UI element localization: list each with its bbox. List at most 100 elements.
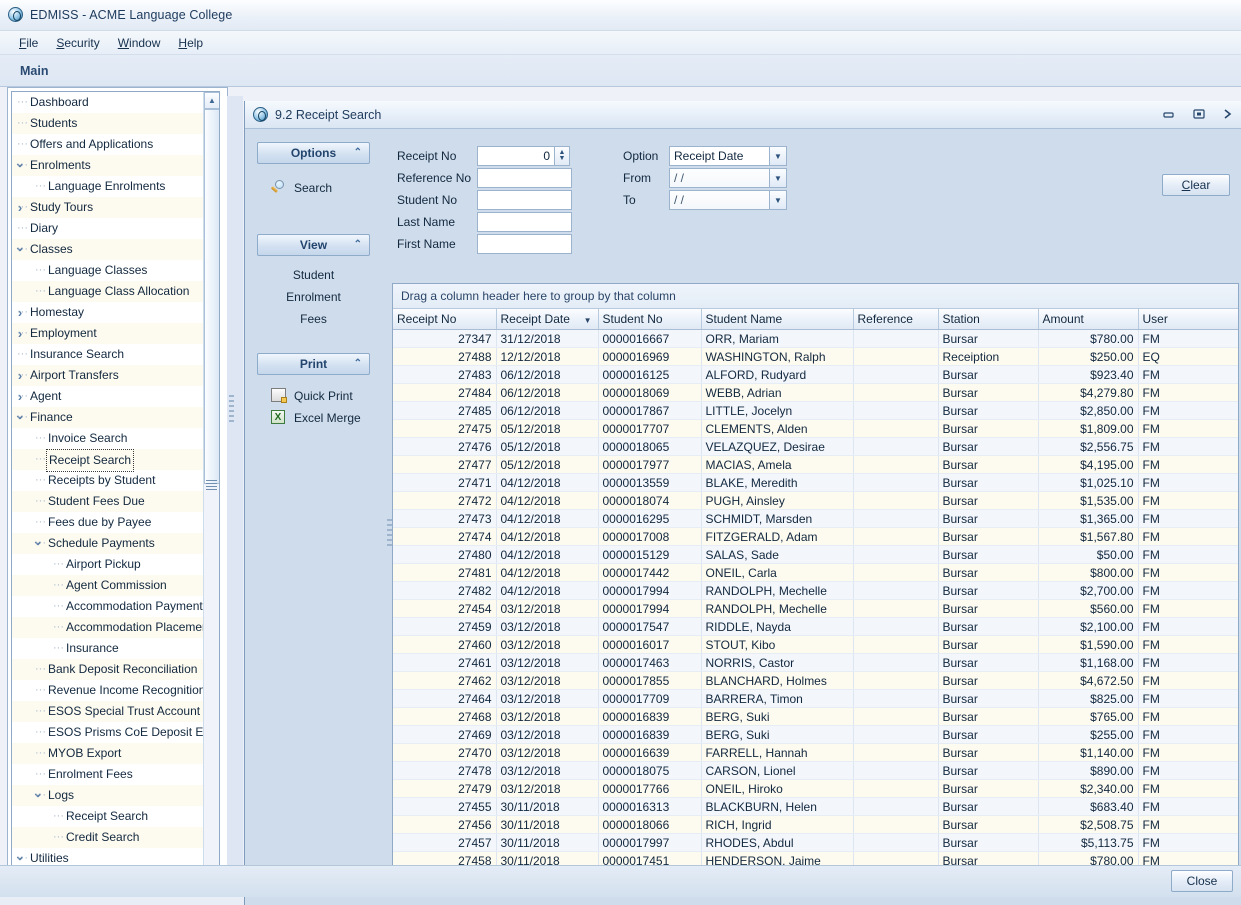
sidebar-item-finance[interactable]: ⌄···Finance: [12, 407, 205, 428]
table-row[interactable]: 2746803/12/20180000016839BERG, SukiBursa…: [393, 708, 1238, 726]
chevron-down-icon[interactable]: ▼: [769, 147, 786, 165]
to-date-picker[interactable]: / / ▼: [669, 190, 787, 210]
option-combobox[interactable]: Receipt Date ▼: [669, 146, 787, 166]
sidebar-item-airport-pickup[interactable]: ···Airport Pickup: [12, 554, 205, 575]
view-item-fees[interactable]: Fees: [257, 308, 370, 330]
options-panel-header[interactable]: Options ⌃: [257, 142, 370, 164]
table-row[interactable]: 2748306/12/20180000016125ALFORD, Rudyard…: [393, 366, 1238, 384]
table-row[interactable]: 2745403/12/20180000017994RANDOLPH, Meche…: [393, 600, 1238, 618]
table-row[interactable]: 2746103/12/20180000017463NORRIS, CastorB…: [393, 654, 1238, 672]
table-row[interactable]: 2747404/12/20180000017008FITZGERALD, Ada…: [393, 528, 1238, 546]
sidebar-item-receipt-search[interactable]: ···Receipt Search: [12, 449, 205, 470]
table-row[interactable]: 2748812/12/20180000016969WASHINGTON, Ral…: [393, 348, 1238, 366]
table-row[interactable]: 2734731/12/20180000016667ORR, MariamBurs…: [393, 330, 1238, 348]
sidebar-item-invoice-search[interactable]: ···Invoice Search: [12, 428, 205, 449]
chevron-down-icon[interactable]: ▼: [769, 169, 786, 187]
grid-column-header-student-name[interactable]: Student Name: [701, 309, 853, 330]
menu-security[interactable]: Security: [47, 33, 108, 53]
pane-splitter[interactable]: [227, 96, 243, 891]
sidebar-item-fees-due-by-payee[interactable]: ···Fees due by Payee: [12, 512, 205, 533]
sidebar-item-esos-special-trust-account[interactable]: ···ESOS Special Trust Account: [12, 701, 205, 722]
options-item-search[interactable]: Search: [271, 177, 378, 199]
tree-scrollbar[interactable]: ▲ ▼: [203, 92, 219, 887]
table-row[interactable]: 2746003/12/20180000016017STOUT, KiboBurs…: [393, 636, 1238, 654]
receipt-no-spinner[interactable]: ▲▼: [555, 146, 570, 166]
grid-column-header-reference[interactable]: Reference: [853, 309, 938, 330]
table-row[interactable]: 2748506/12/20180000017867LITTLE, Jocelyn…: [393, 402, 1238, 420]
first-name-input[interactable]: [477, 234, 572, 254]
table-row[interactable]: 2746903/12/20180000016839BERG, SukiBursa…: [393, 726, 1238, 744]
grid-column-header-receipt-date[interactable]: Receipt Date▼: [496, 309, 598, 330]
restore-button[interactable]: [1184, 105, 1214, 123]
clear-button[interactable]: Clear: [1162, 174, 1230, 196]
sidebar-item-esos-prisms-coe-deposit-export[interactable]: ···ESOS Prisms CoE Deposit Export: [12, 722, 205, 743]
receipt-no-input[interactable]: [477, 146, 555, 166]
sidebar-item-classes[interactable]: ⌄···Classes: [12, 239, 205, 260]
sidebar-item-employment[interactable]: ›···Employment: [12, 323, 205, 344]
scrollbar-thumb[interactable]: [204, 109, 220, 484]
grid-column-header-station[interactable]: Station: [938, 309, 1038, 330]
table-row[interactable]: 2746403/12/20180000017709BARRERA, TimonB…: [393, 690, 1238, 708]
grid-column-header-amount[interactable]: Amount: [1038, 309, 1138, 330]
sidebar-item-accommodation-placement[interactable]: ···Accommodation Placement: [12, 617, 205, 638]
table-row[interactable]: 2747204/12/20180000018074PUGH, AinsleyBu…: [393, 492, 1238, 510]
last-name-input[interactable]: [477, 212, 572, 232]
print-item-quick-print[interactable]: Quick Print: [271, 385, 378, 407]
sidebar-item-agent[interactable]: ›···Agent: [12, 386, 205, 407]
sidebar-item-enrolment-fees[interactable]: ···Enrolment Fees: [12, 764, 205, 785]
table-row[interactable]: 2748204/12/20180000017994RANDOLPH, Meche…: [393, 582, 1238, 600]
table-row[interactable]: 2748004/12/20180000015129SALAS, SadeBurs…: [393, 546, 1238, 564]
table-row[interactable]: 2747104/12/20180000013559BLAKE, Meredith…: [393, 474, 1238, 492]
table-row[interactable]: 2746203/12/20180000017855BLANCHARD, Holm…: [393, 672, 1238, 690]
sidebar-item-accommodation-payment[interactable]: ···Accommodation Payment: [12, 596, 205, 617]
sidebar-item-insurance-search[interactable]: ···Insurance Search: [12, 344, 205, 365]
scroll-up-arrow-icon[interactable]: ▲: [204, 92, 220, 109]
table-row[interactable]: 2745630/11/20180000018066RICH, IngridBur…: [393, 816, 1238, 834]
sidebar-item-language-enrolments[interactable]: ···Language Enrolments: [12, 176, 205, 197]
grid-column-header-receipt-no[interactable]: Receipt No: [393, 309, 496, 330]
grid-column-header-user[interactable]: User: [1138, 309, 1238, 330]
sidebar-item-insurance[interactable]: ···Insurance: [12, 638, 205, 659]
table-row[interactable]: 2747505/12/20180000017707CLEMENTS, Alden…: [393, 420, 1238, 438]
sidebar-item-study-tours[interactable]: ›···Study Tours: [12, 197, 205, 218]
menu-help[interactable]: Help: [169, 33, 212, 53]
table-row[interactable]: 2747003/12/20180000016639FARRELL, Hannah…: [393, 744, 1238, 762]
table-row[interactable]: 2748104/12/20180000017442ONEIL, CarlaBur…: [393, 564, 1238, 582]
table-row[interactable]: 2747605/12/20180000018065VELAZQUEZ, Desi…: [393, 438, 1238, 456]
sort-descending-icon[interactable]: ▼: [584, 316, 592, 325]
print-panel-header[interactable]: Print ⌃: [257, 353, 370, 375]
menu-file[interactable]: File: [10, 33, 47, 53]
sidebar-item-language-classes[interactable]: ···Language Classes: [12, 260, 205, 281]
close-button[interactable]: [1214, 105, 1241, 123]
minimize-button[interactable]: [1154, 105, 1184, 123]
close-footer-button[interactable]: Close: [1171, 870, 1233, 892]
sidebar-item-student-fees-due[interactable]: ···Student Fees Due: [12, 491, 205, 512]
table-row[interactable]: 2747803/12/20180000018075CARSON, LionelB…: [393, 762, 1238, 780]
view-panel-header[interactable]: View ⌃: [257, 234, 370, 256]
sidebar-item-myob-export[interactable]: ···MYOB Export: [12, 743, 205, 764]
menu-window[interactable]: Window: [109, 33, 170, 53]
student-no-input[interactable]: [477, 190, 572, 210]
sidebar-item-homestay[interactable]: ›···Homestay: [12, 302, 205, 323]
sidebar-item-receipt-search[interactable]: ···Receipt Search: [12, 806, 205, 827]
table-row[interactable]: 2745530/11/20180000016313BLACKBURN, Hele…: [393, 798, 1238, 816]
grid-column-header-student-no[interactable]: Student No: [598, 309, 701, 330]
sidebar-item-credit-search[interactable]: ···Credit Search: [12, 827, 205, 848]
sidebar-item-receipts-by-student[interactable]: ···Receipts by Student: [12, 470, 205, 491]
table-row[interactable]: 2747304/12/20180000016295SCHMIDT, Marsde…: [393, 510, 1238, 528]
sidebar-item-agent-commission[interactable]: ···Agent Commission: [12, 575, 205, 596]
sidebar-item-diary[interactable]: ···Diary: [12, 218, 205, 239]
reference-no-input[interactable]: [477, 168, 572, 188]
sidebar-item-dashboard[interactable]: ···Dashboard: [12, 92, 205, 113]
sidebar-item-bank-deposit-reconciliation[interactable]: ···Bank Deposit Reconciliation: [12, 659, 205, 680]
tab-main[interactable]: Main: [10, 59, 62, 84]
sidebar-item-language-class-allocation[interactable]: ···Language Class Allocation: [12, 281, 205, 302]
sidebar-item-offers-and-applications[interactable]: ···Offers and Applications: [12, 134, 205, 155]
sidebar-item-airport-transfers[interactable]: ›···Airport Transfers: [12, 365, 205, 386]
sidebar-item-revenue-income-recognition[interactable]: ···Revenue Income Recognition: [12, 680, 205, 701]
view-item-student[interactable]: Student: [257, 264, 370, 286]
sidebar-item-enrolments[interactable]: ⌄···Enrolments: [12, 155, 205, 176]
group-by-drop-area[interactable]: Drag a column header here to group by th…: [393, 284, 1238, 309]
print-item-excel-merge[interactable]: X Excel Merge: [271, 407, 378, 429]
table-row[interactable]: 2745903/12/20180000017547RIDDLE, NaydaBu…: [393, 618, 1238, 636]
